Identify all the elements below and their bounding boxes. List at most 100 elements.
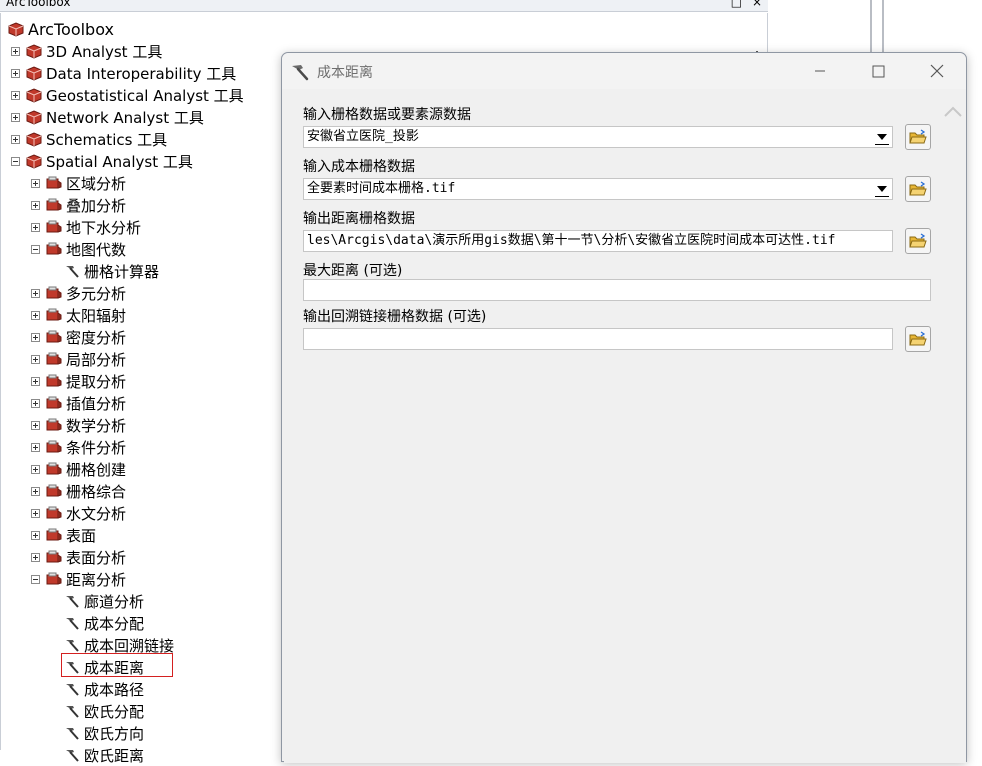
- cost-raster-dropdown[interactable]: 全要素时间成本栅格.tif: [303, 178, 893, 200]
- toolbox-icon: [26, 66, 42, 81]
- toolset-extraction[interactable]: 提取分析: [31, 370, 126, 392]
- expand-icon[interactable]: [11, 134, 20, 144]
- expand-icon[interactable]: [31, 552, 40, 562]
- toolset-groundwater[interactable]: 地下水分析: [31, 216, 141, 238]
- collapse-icon[interactable]: [31, 244, 40, 254]
- expand-icon[interactable]: [31, 354, 40, 364]
- selection-highlight: [61, 653, 173, 677]
- expand-icon[interactable]: [31, 222, 40, 232]
- toolset-icon: [46, 176, 62, 189]
- max-distance-field[interactable]: [303, 279, 931, 301]
- toolset-icon: [46, 440, 62, 453]
- tool-euclidean-distance[interactable]: 欧氏距离: [64, 744, 144, 766]
- toolset-icon: [46, 506, 62, 519]
- toolset-solar-radiation[interactable]: 太阳辐射: [31, 304, 126, 326]
- chevron-up-icon[interactable]: [943, 105, 963, 119]
- tool-cost-path[interactable]: 成本路径: [64, 678, 144, 700]
- toolset-3d-analyst[interactable]: 3D Analyst 工具: [11, 40, 162, 62]
- browse-output-distance-button[interactable]: [905, 228, 931, 254]
- toolset-raster-creation[interactable]: 栅格创建: [31, 458, 126, 480]
- expand-icon[interactable]: [31, 288, 40, 298]
- toolset-spatial-analyst[interactable]: Spatial Analyst 工具: [11, 150, 193, 172]
- tool-corridor[interactable]: 廊道分析: [64, 590, 144, 612]
- dialog-titlebar[interactable]: 成本距离: [282, 53, 966, 89]
- hammer-icon: [66, 706, 79, 718]
- toolbox-icon: [8, 22, 24, 37]
- param-label-max-distance: 最大距离 (可选): [303, 263, 403, 279]
- maximize-button[interactable]: [858, 57, 898, 85]
- toolset-generalization[interactable]: 栅格综合: [31, 480, 126, 502]
- toolset-icon: [46, 462, 62, 475]
- expand-icon[interactable]: [31, 200, 40, 210]
- hammer-icon: [66, 684, 79, 696]
- input-raster-dropdown[interactable]: 安徽省立医院_投影: [303, 126, 893, 148]
- toolbox-icon: [26, 88, 42, 103]
- tree-root[interactable]: ArcToolbox: [8, 18, 114, 40]
- expand-icon[interactable]: [31, 442, 40, 452]
- close-button[interactable]: [917, 57, 957, 85]
- toolset-local[interactable]: 局部分析: [31, 348, 126, 370]
- chevron-down-icon[interactable]: [872, 127, 892, 147]
- toolset-icon: [46, 198, 62, 211]
- toolset-icon: [46, 286, 62, 299]
- collapse-icon[interactable]: [31, 574, 40, 584]
- tool-cost-allocation[interactable]: 成本分配: [64, 612, 144, 634]
- toolset-data-interop[interactable]: Data Interoperability 工具: [11, 62, 236, 84]
- expand-icon[interactable]: [31, 310, 40, 320]
- expand-icon[interactable]: [11, 112, 20, 122]
- expand-icon[interactable]: [31, 530, 40, 540]
- toolset-density[interactable]: 密度分析: [31, 326, 126, 348]
- expand-icon[interactable]: [31, 376, 40, 386]
- expand-icon[interactable]: [31, 178, 40, 188]
- help-panel-toggle[interactable]: [940, 91, 966, 763]
- toolset-schematics[interactable]: Schematics 工具: [11, 128, 167, 150]
- toolset-distance[interactable]: 距离分析: [31, 568, 126, 590]
- tool-euclidean-allocation[interactable]: 欧氏分配: [64, 700, 144, 722]
- expand-icon[interactable]: [11, 68, 20, 78]
- expand-icon[interactable]: [31, 464, 40, 474]
- minimize-icon: [815, 70, 825, 72]
- browse-output-backlink-button[interactable]: [905, 326, 931, 352]
- maximize-icon: [872, 65, 884, 77]
- toolset-zonal[interactable]: 区域分析: [31, 172, 126, 194]
- browse-cost-raster-button[interactable]: [905, 176, 931, 202]
- expand-icon[interactable]: [31, 332, 40, 342]
- tool-raster-calculator[interactable]: 栅格计算器: [64, 260, 159, 282]
- expand-icon[interactable]: [31, 486, 40, 496]
- hammer-icon: [292, 65, 309, 81]
- minimize-button[interactable]: [800, 57, 840, 85]
- expand-icon[interactable]: [11, 46, 20, 56]
- toolset-surface-analysis[interactable]: 表面分析: [31, 546, 126, 568]
- toolset-icon: [46, 528, 62, 541]
- expand-icon[interactable]: [31, 420, 40, 430]
- close-icon[interactable]: ×: [752, 0, 762, 9]
- output-backlink-raster-field[interactable]: [303, 328, 893, 350]
- toolset-conditional[interactable]: 条件分析: [31, 436, 126, 458]
- expand-icon[interactable]: [31, 398, 40, 408]
- browse-input-raster-button[interactable]: [905, 124, 931, 150]
- toolset-interpolation[interactable]: 插值分析: [31, 392, 126, 414]
- hammer-icon: [66, 618, 79, 630]
- collapse-icon[interactable]: [11, 156, 20, 166]
- expand-icon[interactable]: [11, 90, 20, 100]
- toolset-network-analyst[interactable]: Network Analyst 工具: [11, 106, 204, 128]
- toolset-overlay[interactable]: 叠加分析: [31, 194, 126, 216]
- toolset-surface[interactable]: 表面: [31, 524, 96, 546]
- dialog-title: 成本距离: [317, 65, 373, 81]
- chevron-down-icon[interactable]: [872, 179, 892, 199]
- restore-icon[interactable]: □: [731, 0, 742, 9]
- tool-euclidean-direction[interactable]: 欧氏方向: [64, 722, 144, 744]
- toolset-icon: [46, 220, 62, 233]
- toolset-map-algebra[interactable]: 地图代数: [31, 238, 126, 260]
- toolset-icon: [46, 308, 62, 321]
- hammer-icon: [66, 596, 79, 608]
- toolset-math[interactable]: 数学分析: [31, 414, 126, 436]
- root-label: ArcToolbox: [28, 19, 114, 39]
- toolset-hydrology[interactable]: 水文分析: [31, 502, 126, 524]
- param-label-backlink: 输出回溯链接栅格数据 (可选): [303, 309, 487, 325]
- toolset-geostatistical[interactable]: Geostatistical Analyst 工具: [11, 84, 244, 106]
- toolset-multivariate[interactable]: 多元分析: [31, 282, 126, 304]
- output-distance-raster-field[interactable]: les\Arcgis\data\演示所用gis数据\第十一节\分析\安徽省立医院…: [303, 230, 893, 252]
- expand-icon[interactable]: [31, 508, 40, 518]
- hammer-icon: [66, 750, 79, 762]
